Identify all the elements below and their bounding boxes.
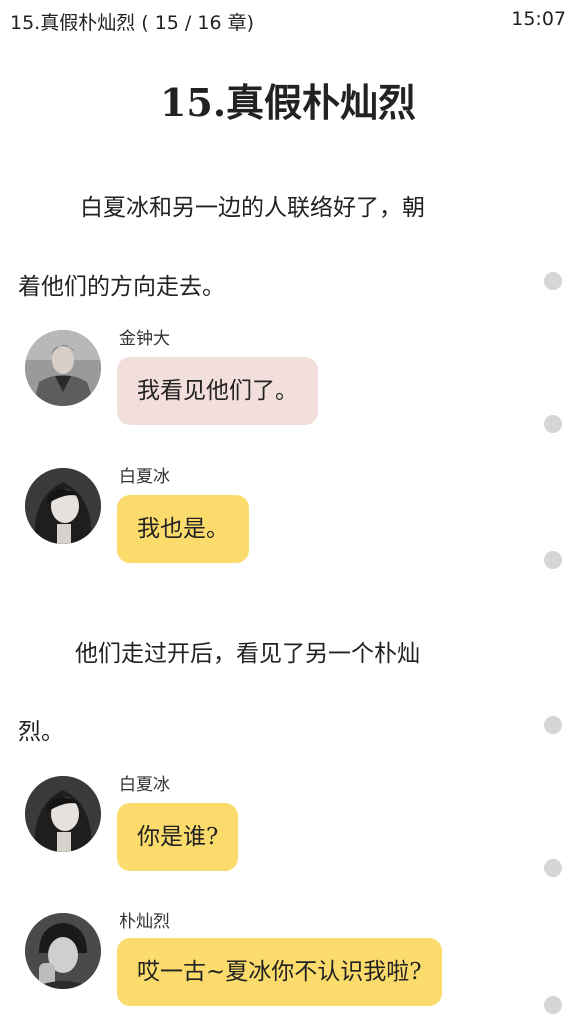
scroll-marker[interactable] bbox=[544, 551, 562, 569]
paragraph-1-line-2: 着他们的方向走去。 bbox=[18, 274, 225, 300]
female-avatar-icon bbox=[25, 776, 101, 852]
scroll-marker[interactable] bbox=[544, 996, 562, 1014]
chapter-title: 15.真假朴灿烈 bbox=[159, 80, 417, 125]
chat-bubble[interactable]: 我看见他们了。 bbox=[117, 357, 318, 425]
male-avatar-hand-icon bbox=[25, 913, 101, 989]
avatar[interactable] bbox=[25, 913, 101, 989]
avatar[interactable] bbox=[25, 776, 101, 852]
avatar[interactable] bbox=[25, 468, 101, 544]
scroll-marker[interactable] bbox=[544, 859, 562, 877]
scroll-marker[interactable] bbox=[544, 415, 562, 433]
sender-name: 白夏冰 bbox=[119, 775, 170, 795]
male-avatar-coat-icon bbox=[25, 330, 101, 406]
scroll-marker[interactable] bbox=[544, 272, 562, 290]
reader-page: 15.真假朴灿烈 ( 15 / 16 章) 15:07 15.真假朴灿烈 白夏冰… bbox=[0, 0, 576, 1024]
scroll-marker[interactable] bbox=[544, 716, 562, 734]
status-chapter-progress: 15.真假朴灿烈 ( 15 / 16 章) bbox=[10, 12, 254, 34]
sender-name: 金钟大 bbox=[119, 329, 170, 349]
status-bar: 15.真假朴灿烈 ( 15 / 16 章) 15:07 bbox=[0, 0, 576, 40]
chat-bubble[interactable]: 哎一古~夏冰你不认识我啦? bbox=[117, 938, 442, 1006]
chat-bubble[interactable]: 我也是。 bbox=[117, 495, 249, 563]
status-clock: 15:07 bbox=[511, 8, 566, 30]
paragraph-1-line-1: 白夏冰和另一边的人联络好了，朝 bbox=[80, 195, 425, 221]
chat-bubble[interactable]: 你是谁? bbox=[117, 803, 239, 871]
paragraph-2-line-1: 他们走过开后，看见了另一个朴灿 bbox=[75, 641, 420, 667]
avatar[interactable] bbox=[25, 330, 101, 406]
paragraph-2-line-2: 烈。 bbox=[18, 719, 64, 745]
sender-name: 朴灿烈 bbox=[119, 912, 170, 932]
female-avatar-icon bbox=[25, 468, 101, 544]
sender-name: 白夏冰 bbox=[119, 467, 170, 487]
